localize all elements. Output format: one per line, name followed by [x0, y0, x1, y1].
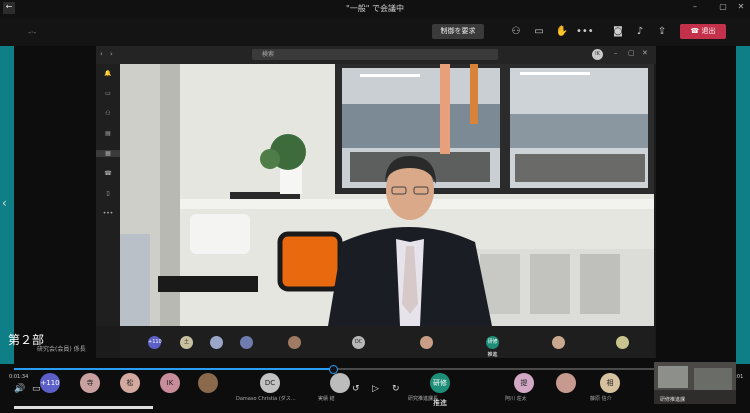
replay-icon[interactable]: ↺ — [352, 384, 360, 394]
nav-forward-icon[interactable]: › — [110, 50, 113, 58]
participant-avatar[interactable]: 研修推進 — [430, 373, 450, 407]
participant-avatar[interactable]: 土 — [180, 336, 193, 349]
chat-icon[interactable]: ▭ — [531, 24, 547, 40]
sub-caption: 研究会(会員) 係長 — [37, 346, 86, 353]
camera-off-icon[interactable]: ◙ — [610, 24, 626, 40]
participant-avatar[interactable] — [420, 336, 433, 349]
participant-avatar[interactable]: 松 — [120, 373, 140, 393]
participant-avatar[interactable] — [330, 373, 350, 393]
right-rail — [736, 46, 750, 364]
request-control-button[interactable]: 制御を要求 — [432, 24, 484, 39]
seek-bar-fill — [14, 368, 332, 370]
nav-back-icon[interactable]: ‹ — [100, 50, 103, 58]
phone-icon: ☎ — [690, 27, 702, 35]
participant-avatar[interactable]: 相 — [600, 373, 620, 393]
calendar-icon[interactable]: ▦ — [96, 150, 120, 157]
assignments-icon[interactable]: ▤ — [96, 130, 120, 137]
time-elapsed: 0:01:34 — [9, 374, 29, 380]
more-icon[interactable]: ••• — [96, 210, 120, 217]
participant-avatar[interactable] — [240, 336, 253, 349]
participant-avatar[interactable] — [198, 373, 218, 393]
caption-icon[interactable]: ▭ — [32, 384, 41, 394]
volume-icon[interactable]: 🔊 — [14, 384, 25, 394]
main-video — [120, 64, 654, 326]
participant-avatar[interactable] — [616, 336, 629, 349]
window-title: "一般" で会議中 — [346, 4, 404, 13]
mic-off-icon[interactable]: ♪ — [632, 24, 648, 40]
inner-participant-strip — [120, 326, 654, 358]
meeting-toolbar: -·- 制御を要求 ⚇ ▭ ✋ ••• ◙ ♪ ⇪ ☎ 退出 — [0, 18, 750, 46]
participant-avatar[interactable]: IK — [160, 373, 180, 393]
overflow-indicator: -·- — [28, 28, 37, 37]
participant-name: 阿川 荘太 — [505, 396, 527, 402]
participant-avatar[interactable] — [288, 336, 301, 349]
avatar[interactable]: IK — [592, 49, 603, 60]
participant-avatar[interactable]: DC — [260, 373, 280, 393]
participant-name: 研究推進課長 — [408, 396, 439, 402]
files-icon[interactable]: ▯ — [96, 190, 120, 197]
participant-avatar[interactable] — [552, 336, 565, 349]
chat-icon[interactable]: ▭ — [96, 90, 120, 97]
participant-avatar[interactable]: 寺 — [80, 373, 100, 393]
forward-icon[interactable]: ↻ — [392, 384, 400, 394]
share-icon[interactable]: ⇪ — [654, 24, 670, 40]
participant-avatar[interactable]: 提 — [514, 373, 534, 393]
leave-label: 退出 — [701, 27, 716, 35]
play-icon[interactable]: ▷ — [372, 384, 379, 394]
raise-hand-icon[interactable]: ✋ — [554, 24, 570, 40]
search-input[interactable]: 検索 — [252, 49, 498, 60]
close-icon[interactable]: ✕ — [734, 2, 748, 14]
participant-avatar[interactable]: 研修推進 — [486, 336, 499, 358]
video-scene — [120, 64, 654, 326]
pip-label: 研修推進課 — [660, 397, 686, 403]
minimize-icon[interactable]: – — [614, 49, 618, 57]
participant-avatar[interactable]: +110 — [40, 373, 60, 393]
more-icon[interactable]: ••• — [576, 24, 594, 40]
participant-name: 実績 結 — [318, 396, 335, 402]
window-title-bar: ← "一般" で会議中 – ▢ ✕ — [0, 0, 750, 18]
minimize-icon[interactable]: – — [688, 2, 702, 14]
maximize-icon[interactable]: ▢ — [628, 49, 635, 57]
close-icon[interactable]: ✕ — [642, 49, 648, 57]
participant-avatar[interactable]: +110 — [148, 336, 162, 349]
activity-icon[interactable]: 🔔 — [96, 70, 120, 77]
chevron-left-icon[interactable]: ‹ — [2, 196, 7, 210]
participant-name: 藤原 信介 — [590, 396, 612, 402]
participant-name: Damaso Christia (ダス… — [236, 396, 296, 402]
calls-icon[interactable]: ☎ — [96, 170, 120, 177]
participant-avatar[interactable] — [556, 373, 576, 393]
teams-app-rail: 🔔 ▭ ⚇ ▤ ▦ ☎ ▯ ••• — [96, 64, 120, 326]
participant-avatar[interactable]: DC — [352, 336, 365, 349]
maximize-icon[interactable]: ▢ — [716, 2, 730, 14]
participants-icon[interactable]: ⚇ — [508, 24, 524, 40]
leave-button[interactable]: ☎ 退出 — [680, 24, 726, 39]
participant-avatar[interactable] — [210, 336, 223, 349]
teams-icon[interactable]: ⚇ — [96, 110, 120, 117]
